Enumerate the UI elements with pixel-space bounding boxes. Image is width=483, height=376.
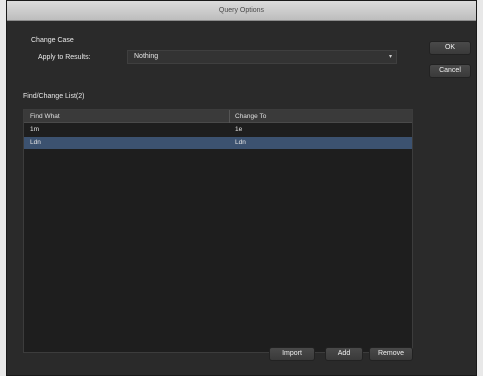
ok-button[interactable]: OK bbox=[429, 41, 471, 55]
chevron-down-icon: ▾ bbox=[388, 54, 392, 60]
apply-to-results-select[interactable]: Nothing ▾ bbox=[127, 50, 397, 64]
column-divider bbox=[229, 110, 230, 123]
add-button[interactable]: Add bbox=[325, 347, 363, 361]
column-header-change-to[interactable]: Change To bbox=[235, 110, 266, 123]
import-button[interactable]: Import bbox=[269, 347, 315, 361]
find-change-table: Find What Change To 1m 1e Ldn Ldn bbox=[23, 109, 413, 353]
remove-button[interactable]: Remove bbox=[369, 347, 413, 361]
change-case-title: Change Case bbox=[31, 37, 74, 44]
table-row-selected[interactable]: Ldn Ldn bbox=[24, 137, 412, 149]
apply-to-results-label: Apply to Results: bbox=[38, 54, 91, 61]
change-to-cell: Ldn bbox=[235, 139, 246, 146]
apply-to-results-value: Nothing bbox=[134, 53, 159, 60]
column-header-find-what[interactable]: Find What bbox=[30, 110, 60, 123]
find-what-cell: Ldn bbox=[30, 139, 41, 146]
change-to-cell: 1e bbox=[235, 126, 243, 133]
query-options-dialog: Query Options Change Case Apply to Resul… bbox=[6, 0, 477, 376]
window-title: Query Options bbox=[7, 1, 476, 21]
table-header: Find What Change To bbox=[24, 110, 412, 123]
cancel-button[interactable]: Cancel bbox=[429, 64, 471, 78]
find-what-cell: 1m bbox=[30, 126, 40, 133]
find-change-list-label: Find/Change List(2) bbox=[23, 93, 85, 100]
table-row[interactable]: 1m 1e bbox=[24, 124, 412, 136]
